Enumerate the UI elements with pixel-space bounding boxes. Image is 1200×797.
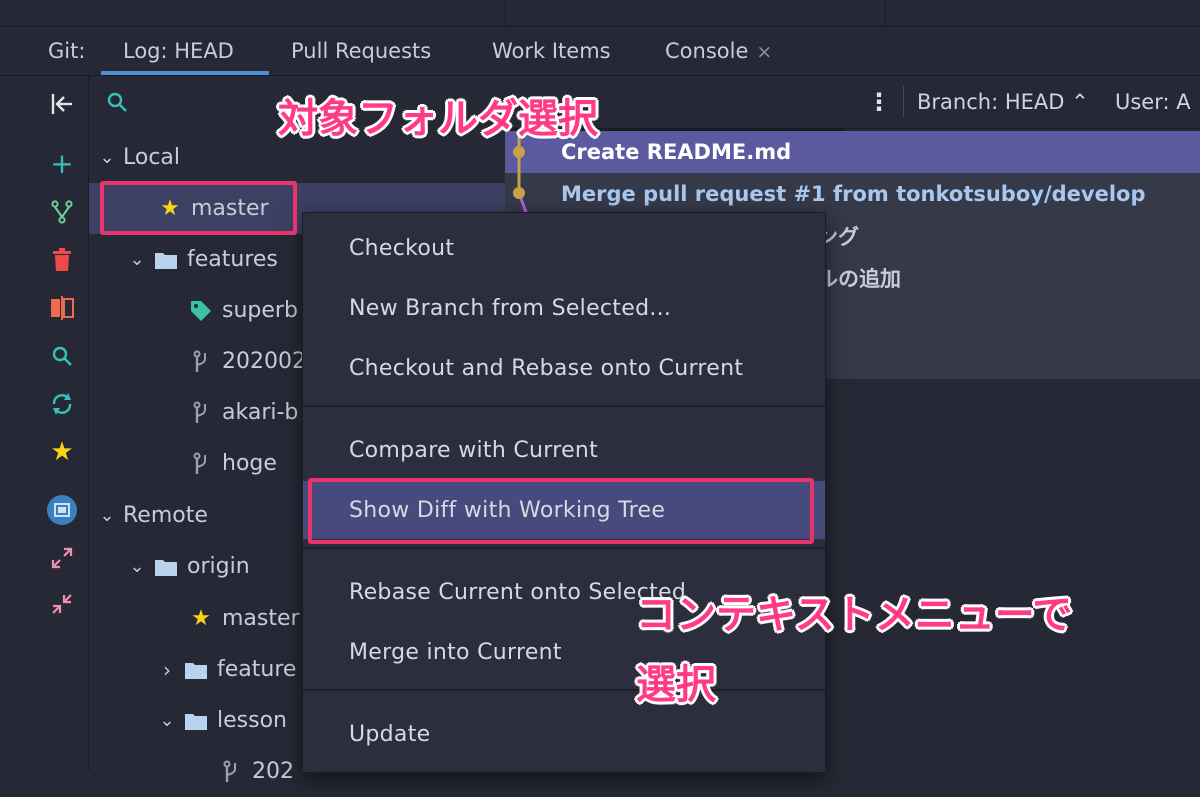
- chevron-down-icon[interactable]: ⌄: [127, 249, 147, 270]
- tab-work-items[interactable]: Work Items: [492, 39, 611, 63]
- menu-item-compare[interactable]: Compare with Current: [303, 421, 825, 479]
- git-label: Git:: [48, 39, 86, 63]
- tree-node-label: Remote: [123, 503, 208, 528]
- branch-icon: [218, 759, 244, 785]
- annotation-menu-line1: コンテキストメニューで: [636, 592, 1073, 638]
- folder-icon: [153, 554, 179, 580]
- search-icon: [106, 91, 128, 117]
- branch-icon: [188, 400, 214, 426]
- chevron-down-icon[interactable]: ⌄: [127, 556, 147, 577]
- tag-label: superb: [222, 298, 298, 323]
- branch-label: 202: [252, 759, 294, 784]
- search-icon[interactable]: [46, 340, 78, 372]
- tab-pull-requests[interactable]: Pull Requests: [291, 39, 431, 63]
- commit-message: ルの追加: [817, 267, 901, 291]
- menu-item-label: Checkout and Rebase onto Current: [349, 355, 744, 381]
- folder-label: origin: [187, 554, 250, 579]
- folder-icon: [183, 708, 209, 734]
- git-tab-bar: Git: Log: HEAD Pull Requests Work Items …: [0, 27, 1200, 76]
- menu-item-label: Update: [349, 721, 431, 747]
- chevron-down-icon[interactable]: ⌄: [97, 147, 117, 168]
- refresh-icon[interactable]: [46, 388, 78, 420]
- tab-log-head[interactable]: Log: HEAD: [123, 39, 234, 63]
- menu-item-new-branch[interactable]: New Branch from Selected...: [303, 279, 825, 337]
- folder-icon: [153, 247, 179, 273]
- branch-filter[interactable]: Branch: HEAD ⌃: [917, 90, 1089, 114]
- menu-item-checkout-rebase[interactable]: Checkout and Rebase onto Current: [303, 339, 825, 397]
- star-icon[interactable]: ★: [46, 436, 78, 468]
- folder-icon: [183, 657, 209, 683]
- annotation-folder: 対象フォルダ選択: [278, 96, 598, 142]
- chevron-down-icon[interactable]: ⌄: [97, 505, 117, 526]
- collapse-all-icon[interactable]: [46, 588, 78, 620]
- branch-icon: [188, 349, 214, 375]
- top-strip: [0, 0, 1200, 27]
- top-divider: [885, 0, 886, 26]
- chevron-down-icon[interactable]: ⌄: [157, 710, 177, 731]
- more-options-icon[interactable]: ⋮: [867, 88, 891, 116]
- folder-label: feature: [217, 657, 297, 682]
- star-icon: ★: [191, 606, 211, 631]
- tree-node-label: Local: [123, 145, 181, 170]
- menu-separator: [303, 547, 825, 549]
- menu-item-label: New Branch from Selected...: [349, 295, 672, 321]
- branch-label: 202002: [222, 349, 306, 374]
- close-icon[interactable]: ×: [756, 41, 772, 63]
- menu-item-checkout[interactable]: Checkout: [303, 219, 825, 277]
- branch-label: akari-b: [222, 400, 299, 425]
- folder-label: features: [187, 247, 278, 272]
- top-divider: [505, 0, 506, 26]
- menu-item-label: Merge into Current: [349, 639, 562, 665]
- menu-item-update[interactable]: Update: [303, 705, 825, 763]
- menu-item-label: Rebase Current onto Selected: [349, 579, 687, 605]
- expand-all-icon[interactable]: [46, 542, 78, 574]
- highlight-show-diff-box: [308, 478, 814, 544]
- commit-row[interactable]: Merge pull request #1 from tonkotsuboy/d…: [505, 173, 1200, 215]
- tag-icon: [188, 298, 214, 324]
- log-toolbar: ⋮ Branch: HEAD ⌃ User: A: [505, 76, 1200, 129]
- menu-item-label: Compare with Current: [349, 437, 599, 463]
- commit-row-selected[interactable]: Create README.md: [505, 131, 1200, 173]
- toolbar-divider: [903, 86, 904, 118]
- tab-console[interactable]: Console ×: [665, 39, 772, 63]
- compare-icon[interactable]: [46, 292, 78, 324]
- menu-separator: [303, 689, 825, 691]
- branch-icon[interactable]: [46, 196, 78, 228]
- commit-message: Merge pull request #1 from tonkotsuboy/d…: [561, 182, 1146, 206]
- menu-separator: [303, 405, 825, 407]
- highlight-master-box: [100, 181, 297, 235]
- branch-label: hoge: [222, 451, 277, 476]
- active-tab-indicator: [101, 71, 269, 75]
- branch-label: master: [222, 606, 300, 631]
- user-filter[interactable]: User: A: [1115, 90, 1191, 114]
- show-grouped-icon[interactable]: [46, 494, 78, 526]
- add-icon[interactable]: +: [46, 148, 78, 180]
- branch-icon: [188, 451, 214, 477]
- trash-icon[interactable]: [46, 244, 78, 276]
- menu-item-label: Checkout: [349, 235, 455, 261]
- tab-console-label: Console: [665, 39, 749, 63]
- collapse-panel-icon[interactable]: [46, 88, 78, 120]
- branches-toolbar: + ★: [0, 76, 89, 771]
- annotation-menu-line2: 選択: [636, 662, 716, 708]
- folder-label: lesson: [217, 708, 287, 733]
- chevron-right-icon[interactable]: ›: [157, 658, 177, 682]
